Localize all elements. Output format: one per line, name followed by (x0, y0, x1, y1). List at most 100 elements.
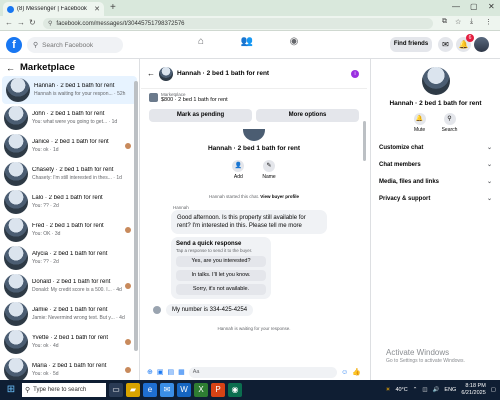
plus-icon[interactable]: ⊕ (147, 368, 153, 376)
add-button[interactable]: 👤 Add (232, 160, 245, 180)
conversation-item[interactable]: Hannah · 2 bed 1 bath for rent Hannah is … (2, 76, 137, 104)
file-explorer-icon[interactable]: ▰ (126, 383, 140, 397)
conversation-item[interactable]: Fred · 2 bed 1 bath for rent You: OK · 3d (0, 216, 139, 244)
facebook-logo[interactable]: f (6, 37, 22, 53)
info-icon[interactable]: i (351, 69, 359, 78)
quick-reply-button[interactable]: Yes, are you interested? (176, 256, 266, 267)
conversation-item[interactable]: Donald · 2 bed 1 bath for rent Donald: My… (0, 272, 139, 300)
powerpoint-icon[interactable]: P (211, 383, 225, 397)
word-icon[interactable]: W (177, 383, 191, 397)
search-button[interactable]: ⚲ Search (442, 113, 457, 133)
conversation-item[interactable]: John · 2 bed 1 bath for rent You: what we… (0, 104, 139, 132)
conversation-preview: Donald: My credit score is a 500. I... ·… (32, 287, 122, 293)
quick-reply-button[interactable]: In talks. I'll let you know. (176, 270, 266, 281)
emoji-icon[interactable]: ☺ (341, 369, 348, 376)
minimize-icon[interactable]: — (452, 2, 460, 11)
language-indicator[interactable]: ENG (444, 387, 456, 393)
conversation-item[interactable]: Alycia · 2 bed 1 bath for rent You: ?? · … (0, 244, 139, 272)
more-options-button[interactable]: More options (256, 109, 359, 122)
gif-icon[interactable]: ▦ (178, 368, 185, 376)
name-button[interactable]: ✎ Name (262, 160, 276, 180)
notification-center-icon[interactable]: ▢ (491, 387, 496, 393)
search-input[interactable] (42, 41, 113, 49)
conversation-text: Donald · 2 bed 1 bath for rent Donald: My… (32, 279, 139, 293)
notification-badge: 6 (466, 34, 474, 42)
url-field[interactable]: ⚲ facebook.com/messages/t/30445751798372… (43, 18, 433, 29)
bookmark-star-icon[interactable]: ☆ (455, 18, 461, 26)
conversation-item[interactable]: Jamie · 2 bed 1 bath for rent Jamie: Neve… (0, 300, 139, 328)
friends-icon[interactable]: 👥 (238, 36, 256, 52)
back-icon[interactable]: ← (5, 18, 13, 27)
reload-icon[interactable]: ↻ (29, 18, 36, 27)
forward-icon[interactable]: → (17, 18, 25, 27)
like-icon[interactable]: 👍 (352, 368, 361, 376)
messenger-icon[interactable]: ✉ (438, 37, 453, 52)
conversation-preview: You: ok · 1d (32, 147, 59, 153)
listing-summary[interactable]: Marketplace $800 · 2 bed 1 bath for rent (141, 89, 367, 106)
task-view-icon[interactable]: ▭ (109, 383, 123, 397)
back-arrow-icon[interactable]: ← (6, 63, 15, 73)
tray-chevron-icon[interactable]: ⌃ (413, 387, 418, 393)
excel-icon[interactable]: X (194, 383, 208, 397)
quick-reply-button[interactable]: Sorry, it's not available. (176, 284, 266, 295)
volume-icon[interactable]: 🔊 (433, 387, 440, 393)
listing-thumbnail[interactable] (159, 66, 173, 81)
mark-as-pending-button[interactable]: Mark as pending (149, 109, 252, 122)
edge-icon[interactable]: e (143, 383, 157, 397)
menu-item-label: Privacy & support (379, 195, 431, 202)
find-friends-button[interactable]: Find friends (390, 37, 432, 52)
conversation-preview: You: ok · 5d (32, 371, 59, 377)
chevron-down-icon: ⌄ (486, 162, 492, 168)
maximize-icon[interactable]: ▢ (470, 2, 478, 11)
chat-members-item[interactable]: Chat members ⌄ (371, 156, 500, 173)
conversation-title[interactable]: Hannah · 2 bed 1 bath for rent (177, 70, 347, 77)
conversation-text: Fred · 2 bed 1 bath for rent You: OK · 3d (32, 223, 139, 237)
camera-icon[interactable]: ▣ (157, 368, 164, 376)
taskbar-search[interactable]: ⚲ Type here to search (22, 383, 106, 397)
search-icon: ⚲ (25, 387, 31, 394)
install-app-icon[interactable]: ⧉ (442, 18, 447, 26)
profile-name: Hannah · 2 bed 1 bath for rent (207, 145, 301, 152)
conversation-text: Chasety · 2 bed 1 bath for rent Chasety: … (32, 167, 139, 181)
view-buyer-profile-link[interactable]: View buyer profile (260, 194, 299, 199)
browser-tab[interactable]: (8) Messenger | Facebook ✕ (3, 2, 104, 16)
back-arrow-icon[interactable]: ← (147, 69, 155, 78)
home-icon[interactable]: ⌂ (192, 36, 210, 52)
browser-menu-icon[interactable]: ⋮ (485, 18, 492, 26)
groups-icon[interactable]: ◉ (285, 36, 303, 52)
conversation-item[interactable]: Maria · 2 bed 1 bath for rent You: ok · 5… (0, 356, 139, 380)
tab-close-icon[interactable]: ✕ (94, 5, 100, 13)
listing-thumbnail (4, 162, 28, 186)
list-scrollbar[interactable] (134, 81, 138, 351)
conversation-item[interactable]: Chasety · 2 bed 1 bath for rent Chasety: … (0, 160, 139, 188)
clock-date: 6/21/2025 (461, 390, 486, 396)
conversation-item[interactable]: Janice · 2 bed 1 bath for rent You: ok · … (0, 132, 139, 160)
listing-thumbnail (4, 190, 28, 214)
account-avatar[interactable] (474, 37, 489, 52)
conversation-name: Hannah · 2 bed 1 bath for rent (34, 83, 115, 89)
site-info-icon[interactable]: ⚲ (48, 20, 52, 27)
customize-chat-item[interactable]: Customize chat ⌄ (371, 139, 500, 156)
new-tab-icon[interactable]: + (110, 2, 116, 13)
windows-start-icon[interactable]: ⊞ (4, 383, 18, 397)
chrome-icon[interactable]: ◉ (228, 383, 242, 397)
weather-icon[interactable]: ☀ (386, 387, 391, 393)
conversation-scrollbar[interactable] (363, 121, 366, 161)
download-icon[interactable]: ⤓ (470, 18, 473, 26)
mute-button[interactable]: 🔔 Mute (413, 113, 426, 133)
message-input[interactable]: Aa (188, 366, 338, 378)
clock-time: 8:18 PM (465, 383, 486, 389)
watermark-subtitle: Go to Settings to activate Windows. (386, 358, 465, 364)
media-files-links-item[interactable]: Media, files and links ⌄ (371, 173, 500, 190)
conversation-text: Yvette · 2 bed 1 bath for rent You: ok · … (32, 335, 139, 349)
conversation-text: Janice · 2 bed 1 bath for rent You: ok · … (32, 139, 139, 153)
image-icon[interactable]: ▤ (168, 368, 175, 376)
window-close-icon[interactable]: ✕ (488, 2, 495, 11)
conversation-item[interactable]: Yvette · 2 bed 1 bath for rent You: ok · … (0, 328, 139, 356)
network-icon[interactable]: ◫ (422, 387, 427, 393)
search-box[interactable]: ⚲ (27, 37, 123, 53)
clock[interactable]: 8:18 PM 6/21/2025 (461, 383, 485, 397)
conversation-item[interactable]: Lalo · 2 bed 1 bath for rent You: ?? · 2d (0, 188, 139, 216)
privacy-support-item[interactable]: Privacy & support ⌄ (371, 190, 500, 207)
mail-icon[interactable]: ✉ (160, 383, 174, 397)
